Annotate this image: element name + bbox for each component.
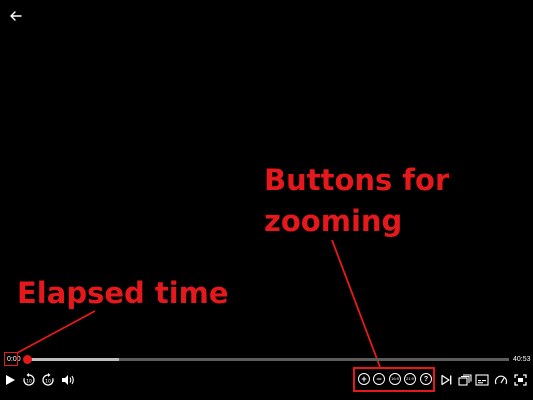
subtitles-button[interactable] [474,372,490,388]
aspect-21-9-label: 21:9 [406,376,414,381]
play-button[interactable] [2,372,18,388]
rewind-10-button[interactable]: 10 [21,372,37,388]
fullscreen-icon [513,374,527,386]
svg-text:10: 10 [26,378,32,384]
next-episode-icon [441,374,452,386]
rewind-10-icon: 10 [23,373,35,386]
forward-10-button[interactable]: 10 [40,372,56,388]
next-episode-button[interactable] [439,372,455,388]
volume-button[interactable] [60,372,76,388]
episodes-icon [458,374,472,386]
progress-buffered [27,358,119,361]
play-icon [6,375,15,385]
forward-10-icon: 10 [42,373,54,386]
progress-thumb[interactable] [22,355,32,364]
zoom-out-button[interactable]: − [373,373,385,385]
annotation-arrows [16,239,381,368]
svg-text:10: 10 [45,378,51,384]
elapsed-time-highlight-box [4,352,18,366]
elapsed-annotation-arrow [16,310,96,354]
zoom-out-icon: − [376,373,382,384]
subtitles-icon [475,374,489,386]
total-time: 40:53 [513,356,531,363]
volume-icon [62,375,74,385]
speed-icon [494,375,508,385]
aspect-16-9-label: 16:9 [391,376,399,381]
zoom-in-icon: + [361,373,367,384]
aspect-21-9-button[interactable]: 21:9 [404,373,416,385]
aspect-16-9-button[interactable]: 16:9 [389,373,401,385]
zoom-annotation-arrow [331,239,381,368]
help-icon: ? [423,375,429,383]
episodes-button[interactable] [457,372,473,388]
fullscreen-button[interactable] [512,372,528,388]
zoom-help-button[interactable]: ? [420,373,432,385]
playback-speed-button[interactable] [493,372,509,388]
zoom-in-button[interactable]: + [358,373,370,385]
